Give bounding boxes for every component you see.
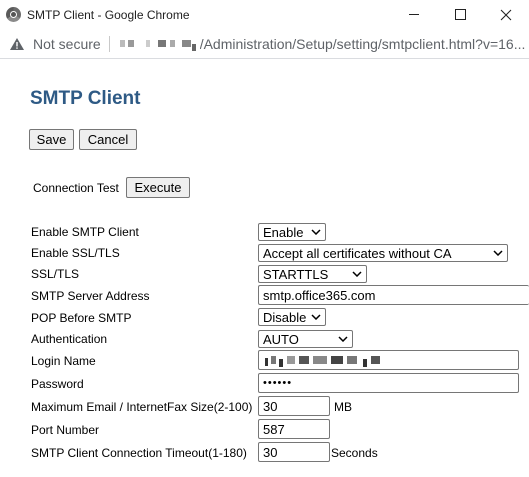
maximize-button[interactable] bbox=[437, 0, 483, 29]
pop-before-smtp-value: Disable bbox=[263, 309, 307, 325]
enable-ssl-label: Enable SSL/TLS bbox=[31, 246, 120, 260]
window-titlebar: SMTP Client - Google Chrome bbox=[0, 0, 529, 29]
save-button[interactable]: Save bbox=[29, 129, 74, 150]
port-number-input[interactable]: 587 bbox=[258, 419, 330, 439]
redacted-host bbox=[118, 38, 198, 51]
enable-smtp-value: Enable bbox=[263, 224, 304, 240]
chevron-down-icon bbox=[309, 311, 323, 323]
max-email-size-input[interactable]: 30 bbox=[258, 396, 330, 416]
chevron-down-icon bbox=[350, 268, 364, 280]
execute-button[interactable]: Execute bbox=[126, 177, 190, 198]
close-icon bbox=[500, 9, 512, 20]
chevron-down-icon bbox=[309, 226, 323, 238]
redacted-login-value bbox=[263, 354, 403, 367]
cancel-button[interactable]: Cancel bbox=[79, 129, 137, 150]
max-email-size-unit: MB bbox=[334, 400, 352, 414]
url-path[interactable]: /Administration/Setup/setting/smtpclient… bbox=[200, 36, 526, 52]
login-name-label: Login Name bbox=[31, 354, 96, 368]
timeout-label: SMTP Client Connection Timeout(1-180) bbox=[31, 446, 247, 460]
authentication-select[interactable]: AUTO bbox=[258, 330, 353, 348]
password-label: Password bbox=[31, 377, 84, 391]
authentication-label: Authentication bbox=[31, 332, 108, 346]
port-number-label: Port Number bbox=[31, 423, 100, 437]
enable-smtp-select[interactable]: Enable bbox=[258, 223, 326, 241]
chevron-down-icon bbox=[491, 247, 505, 259]
address-separator bbox=[108, 35, 110, 52]
page-title: SMTP Client bbox=[30, 88, 141, 109]
chrome-icon bbox=[6, 7, 21, 22]
timeout-input[interactable]: 30 bbox=[258, 442, 330, 462]
server-address-input[interactable]: smtp.office365.com bbox=[258, 285, 529, 305]
ssl-tls-label: SSL/TLS bbox=[31, 267, 80, 281]
login-name-input[interactable] bbox=[258, 350, 519, 370]
warning-icon[interactable] bbox=[9, 37, 25, 51]
not-secure-label[interactable]: Not secure bbox=[33, 36, 101, 52]
enable-smtp-label: Enable SMTP Client bbox=[31, 225, 139, 239]
authentication-value: AUTO bbox=[263, 331, 299, 347]
pop-before-smtp-label: POP Before SMTP bbox=[31, 311, 132, 325]
address-bar[interactable]: Not secure /Administration/Setup/setting… bbox=[0, 29, 529, 59]
ssl-tls-value: STARTTLS bbox=[263, 266, 329, 282]
window-controls bbox=[391, 0, 529, 29]
close-button[interactable] bbox=[483, 0, 529, 29]
window-title: SMTP Client - Google Chrome bbox=[27, 7, 190, 22]
max-email-size-label: Maximum Email / InternetFax Size(2-100) bbox=[31, 400, 253, 414]
ssl-tls-select[interactable]: STARTTLS bbox=[258, 265, 367, 283]
chevron-down-icon bbox=[336, 333, 350, 345]
enable-ssl-value: Accept all certificates without CA bbox=[263, 245, 452, 261]
minimize-button[interactable] bbox=[391, 0, 437, 29]
server-address-label: SMTP Server Address bbox=[31, 289, 150, 303]
enable-ssl-select[interactable]: Accept all certificates without CA bbox=[258, 244, 508, 262]
connection-test-label: Connection Test bbox=[33, 181, 119, 195]
pop-before-smtp-select[interactable]: Disable bbox=[258, 308, 326, 326]
timeout-unit: Seconds bbox=[331, 446, 378, 460]
password-input[interactable]: •••••• bbox=[258, 373, 519, 393]
